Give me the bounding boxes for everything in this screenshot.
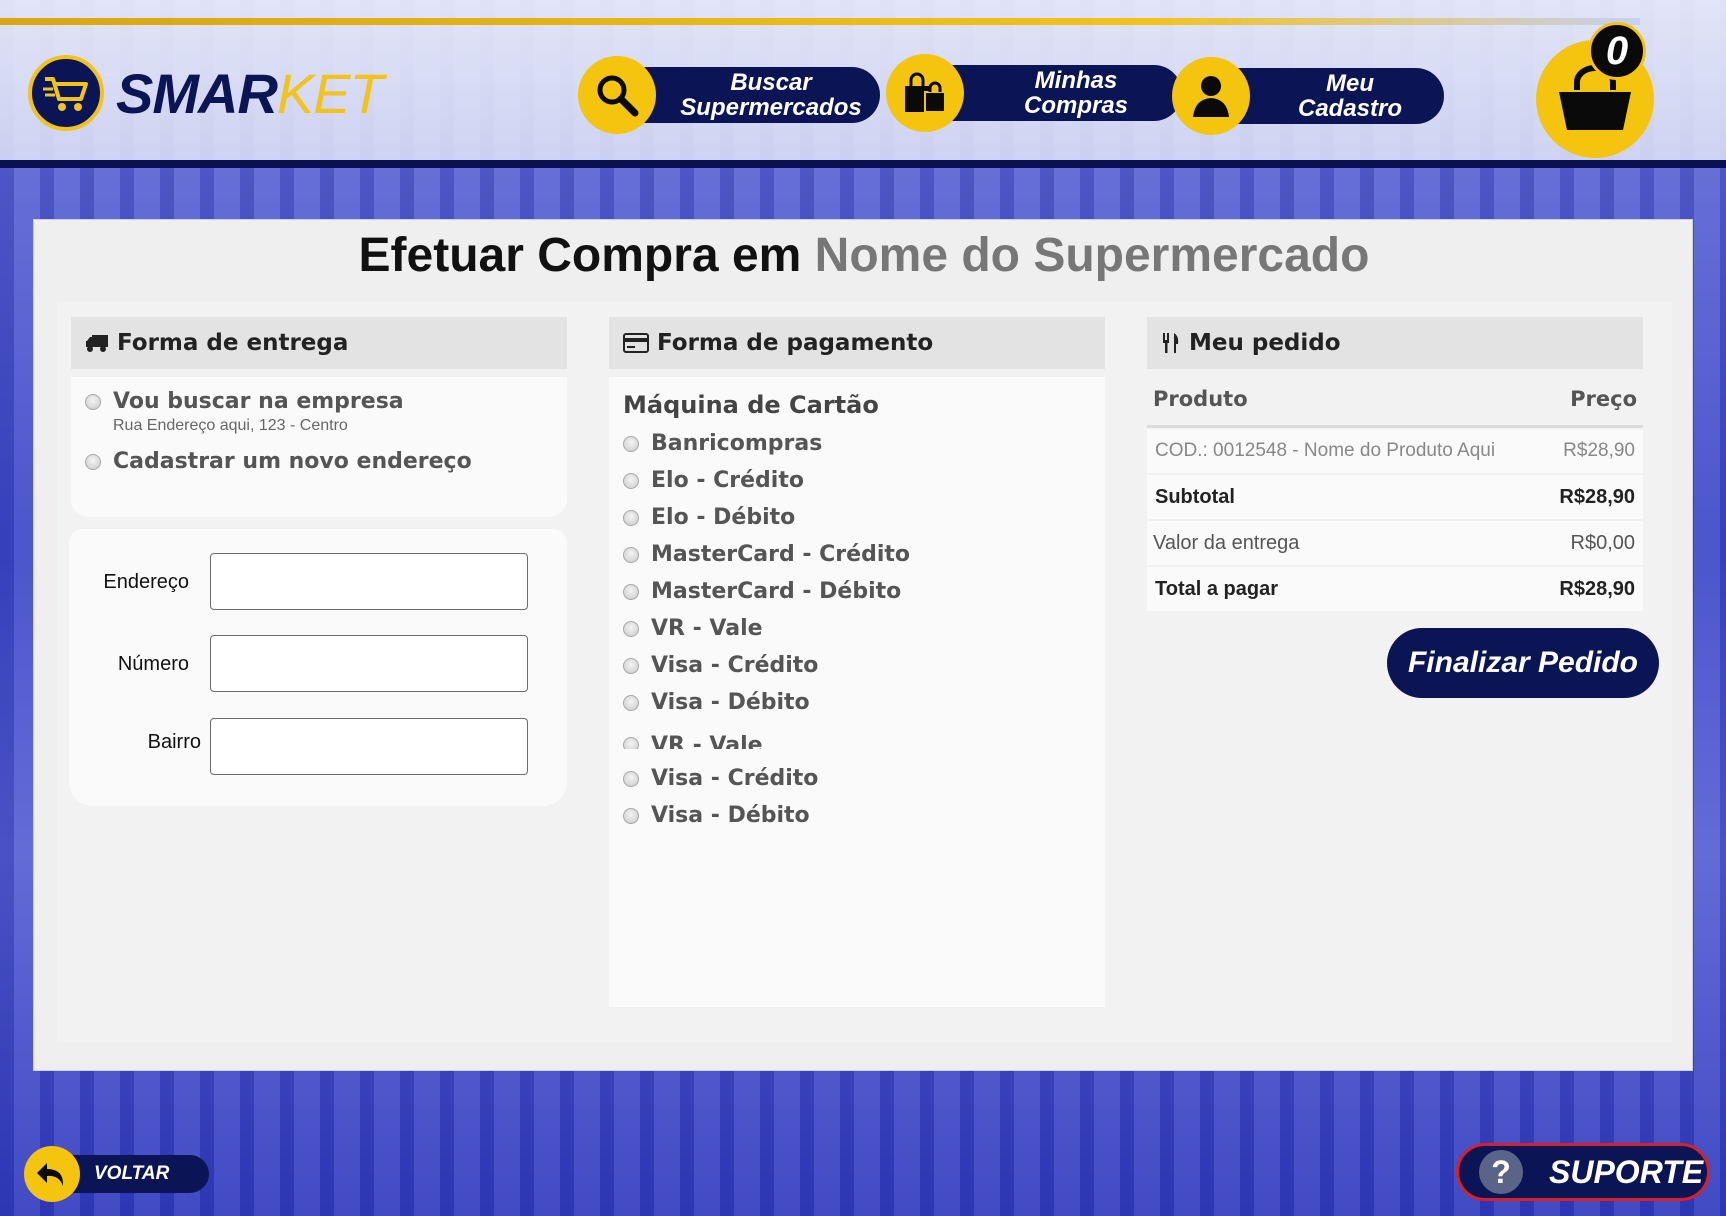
total-value: R$28,90 bbox=[1559, 577, 1635, 600]
delivery-fee-row: Valor da entrega R$0,00 bbox=[1147, 521, 1643, 565]
radio-button[interactable] bbox=[623, 584, 639, 600]
search-icon bbox=[578, 56, 656, 134]
total-label: Total a pagar bbox=[1155, 577, 1278, 600]
nav-meu-cadastro[interactable]: Meu Cadastro bbox=[1172, 57, 1444, 135]
payment-option[interactable]: Visa - Débito bbox=[623, 803, 810, 828]
payment-option[interactable]: VR - Vale bbox=[623, 727, 763, 749]
radio-button[interactable] bbox=[623, 621, 639, 637]
radio-button[interactable] bbox=[623, 547, 639, 563]
top-accent-stripe bbox=[0, 18, 1640, 25]
pickup-address: Rua Endereço aqui, 123 - Centro bbox=[113, 417, 348, 434]
total-row: Total a pagar R$28,90 bbox=[1147, 567, 1643, 611]
cart-count-badge: 0 bbox=[1588, 22, 1646, 80]
radio-button[interactable] bbox=[623, 808, 639, 824]
truck-icon bbox=[85, 333, 109, 353]
credit-card-icon bbox=[623, 333, 649, 353]
subtotal-label: Subtotal bbox=[1155, 485, 1235, 508]
subtotal-row: Subtotal R$28,90 bbox=[1147, 475, 1643, 519]
store-name: Nome do Supermercado bbox=[814, 229, 1370, 282]
radio-button[interactable] bbox=[85, 394, 101, 410]
shopping-bags-icon bbox=[886, 54, 964, 132]
payment-option[interactable]: Visa - Débito bbox=[623, 690, 810, 715]
title-prefix: Efetuar Compra em bbox=[358, 229, 802, 282]
page-title: Efetuar Compra em Nome do Supermercado bbox=[34, 228, 1694, 283]
payment-options: Máquina de Cartão Banricompras Elo - Cré… bbox=[609, 377, 1105, 1007]
cart-logo-icon bbox=[28, 55, 104, 131]
back-button[interactable]: VOLTAR bbox=[24, 1146, 210, 1202]
address-form: Endereço Número Bairro bbox=[69, 529, 567, 806]
radio-button[interactable] bbox=[623, 510, 639, 526]
utensils-icon bbox=[1161, 332, 1181, 354]
user-icon bbox=[1172, 57, 1250, 135]
district-label: Bairro bbox=[147, 731, 201, 753]
payment-option[interactable]: Visa - Crédito bbox=[623, 766, 818, 791]
radio-button[interactable] bbox=[623, 771, 639, 787]
radio-button[interactable] bbox=[623, 737, 639, 749]
delivery-option-pickup[interactable]: Vou buscar na empresa Rua Endereço aqui,… bbox=[85, 389, 404, 435]
delivery-option-new-address[interactable]: Cadastrar um novo endereço bbox=[85, 449, 472, 474]
delivery-fee-label: Valor da entrega bbox=[1153, 531, 1300, 554]
product-column-header: Produto bbox=[1153, 387, 1248, 411]
nav-label: Meu Cadastro bbox=[1216, 68, 1444, 124]
smarket-logo[interactable]: SMARKET bbox=[28, 55, 384, 131]
delivery-options: Vou buscar na empresa Rua Endereço aqui,… bbox=[71, 377, 567, 517]
finalize-order-button[interactable]: Finalizar Pedido bbox=[1387, 628, 1659, 698]
nav-buscar-supermercados[interactable]: Buscar Supermercados bbox=[578, 56, 880, 134]
header-divider bbox=[0, 160, 1726, 168]
new-address-label: Cadastrar um novo endereço bbox=[113, 449, 472, 474]
district-field[interactable] bbox=[210, 718, 528, 775]
header-divider bbox=[1147, 425, 1643, 428]
help-icon: ? bbox=[1479, 1150, 1523, 1194]
payment-option[interactable]: Elo - Débito bbox=[623, 505, 795, 530]
radio-button[interactable] bbox=[623, 695, 639, 711]
support-label: SUPORTE bbox=[1549, 1153, 1704, 1190]
delivery-fee-value: R$0,00 bbox=[1570, 531, 1636, 554]
address-field[interactable] bbox=[210, 553, 528, 610]
delivery-heading-text: Forma de entrega bbox=[117, 330, 349, 356]
number-label: Número bbox=[117, 653, 189, 675]
pickup-label: Vou buscar na empresa bbox=[113, 389, 404, 414]
payment-heading: Forma de pagamento bbox=[609, 317, 1105, 369]
delivery-heading: Forma de entrega bbox=[71, 317, 567, 369]
payment-option[interactable]: Visa - Crédito bbox=[623, 653, 818, 678]
nav-minhas-compras[interactable]: Minhas Compras bbox=[886, 54, 1182, 132]
number-field[interactable] bbox=[210, 635, 528, 692]
order-item-row: COD.: 0012548 - Nome do Produto Aqui R$2… bbox=[1147, 429, 1643, 473]
address-label: Endereço bbox=[103, 571, 189, 593]
nav-label: Buscar Supermercados bbox=[622, 67, 880, 123]
payment-option[interactable]: MasterCard - Débito bbox=[623, 579, 901, 604]
price-column-header: Preço bbox=[1570, 387, 1637, 411]
payment-option[interactable]: MasterCard - Crédito bbox=[623, 542, 910, 567]
radio-button[interactable] bbox=[623, 658, 639, 674]
payment-option[interactable]: Elo - Crédito bbox=[623, 468, 804, 493]
nav-label: Minhas Compras bbox=[930, 65, 1182, 121]
item-price: R$28,90 bbox=[1563, 440, 1635, 461]
support-button[interactable]: ? SUPORTE bbox=[1456, 1143, 1710, 1201]
subtotal-value: R$28,90 bbox=[1559, 485, 1635, 508]
order-heading: Meu pedido bbox=[1147, 317, 1643, 369]
order-heading-text: Meu pedido bbox=[1189, 330, 1341, 356]
payment-option[interactable]: VR - Vale bbox=[623, 616, 763, 641]
card-machine-title: Máquina de Cartão bbox=[623, 391, 879, 419]
back-arrow-icon bbox=[24, 1146, 80, 1202]
payment-heading-text: Forma de pagamento bbox=[657, 330, 934, 356]
payment-option[interactable]: Banricompras bbox=[623, 431, 822, 456]
item-name: COD.: 0012548 - Nome do Produto Aqui bbox=[1155, 440, 1496, 461]
radio-button[interactable] bbox=[623, 473, 639, 489]
radio-button[interactable] bbox=[85, 454, 101, 470]
cart-button[interactable]: 0 bbox=[1536, 22, 1654, 170]
logo-wordmark: SMARKET bbox=[116, 61, 384, 125]
radio-button[interactable] bbox=[623, 436, 639, 452]
